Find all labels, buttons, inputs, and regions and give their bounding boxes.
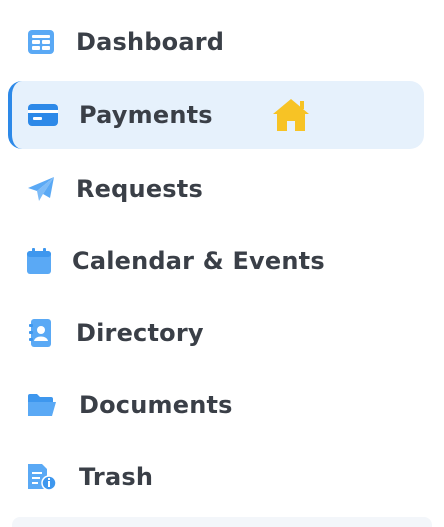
sidebar-item-directory[interactable]: Directory [0,299,444,367]
paper-plane-icon [26,174,56,204]
sidebar-item-label: Requests [76,175,203,203]
sidebar-item-calendar[interactable]: Calendar & Events [0,227,444,295]
dashboard-icon [26,27,56,57]
sidebar-item-label: Trash [79,463,154,491]
sidebar-item-documents[interactable]: Documents [0,371,444,439]
sidebar-item-dashboard[interactable]: Dashboard [0,8,444,76]
sidebar-item-label: Directory [76,319,204,347]
sidebar-item-requests[interactable]: Requests [0,155,444,223]
contact-book-icon [26,318,56,348]
sidebar-item-label: Dashboard [76,28,225,56]
sidebar-nav: Dashboard Payments Requests Calendar & E… [0,0,444,527]
sidebar-item-label: Calendar & Events [72,247,325,275]
sidebar-item-trash[interactable]: Trash [0,443,444,511]
folder-open-icon [27,390,57,420]
calendar-icon [24,246,54,276]
credit-card-icon [28,100,58,130]
sidebar-item-label: Documents [79,391,233,419]
next-item-edge [12,517,432,527]
home-icon [271,95,311,135]
sidebar-item-label: Payments [79,101,213,129]
sidebar-item-payments[interactable]: Payments [8,81,424,149]
document-info-icon [27,462,57,492]
